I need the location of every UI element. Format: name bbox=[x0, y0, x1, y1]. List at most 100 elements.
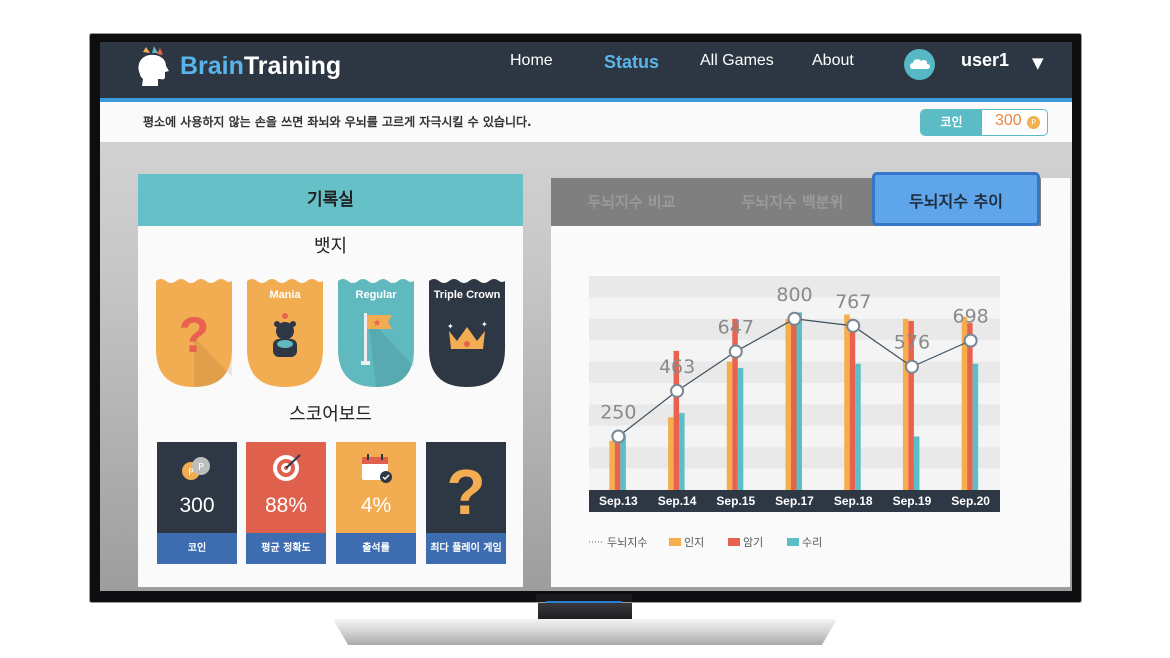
line-point bbox=[787, 311, 802, 326]
bar-1-Sep.13 bbox=[609, 440, 615, 490]
nav-status[interactable]: Status bbox=[604, 52, 659, 73]
bar-2-Sep.13 bbox=[614, 436, 621, 490]
score-value: 4% bbox=[360, 494, 392, 517]
score-tile: ? bbox=[426, 442, 506, 533]
bar-2-Sep.18 bbox=[849, 318, 856, 490]
brain-head-logo-icon bbox=[138, 46, 169, 86]
line-point bbox=[611, 429, 626, 444]
legend-label: 인지 bbox=[684, 536, 704, 549]
scoreboard-title: 스코어보드 bbox=[289, 404, 372, 425]
badge-label: Mania bbox=[269, 289, 301, 301]
x-tick-label: Sep.18 bbox=[834, 494, 873, 508]
line-point bbox=[963, 333, 978, 348]
records-title: 기록실 bbox=[138, 174, 523, 226]
svg-text:?: ? bbox=[446, 456, 485, 520]
score-value: 88% bbox=[264, 494, 308, 517]
bear-icon bbox=[273, 313, 297, 357]
coin-value: 300 bbox=[995, 112, 1022, 129]
tab-brain-index-compare[interactable]: 두뇌지수 비교 bbox=[551, 178, 712, 226]
svg-text:★: ★ bbox=[373, 318, 382, 329]
score-tile: P P 300 bbox=[157, 442, 237, 533]
x-tick-label: Sep.15 bbox=[716, 494, 755, 508]
brain-index-chart: Sep.13 Sep.14 Sep.15 Sep.17 Sep.18 Sep.19 Sep.… bbox=[551, 226, 1070, 587]
score-coins[interactable]: P P 300 코인 bbox=[157, 442, 237, 564]
x-tick-label: Sep.19 bbox=[893, 494, 932, 508]
nav-home[interactable]: Home bbox=[510, 52, 553, 70]
logo-training-text: Training bbox=[243, 52, 342, 80]
bar-1-Sep.17 bbox=[785, 318, 791, 490]
score-value: 300 bbox=[179, 494, 215, 517]
chart-svg: Sep.13 Sep.14 Sep.15 Sep.17 Sep.18 Sep.19 Sep.… bbox=[589, 276, 1000, 549]
top-navbar: BrainTraining Home Status All Games Abou… bbox=[100, 42, 1072, 102]
bar-3-Sep.17 bbox=[796, 312, 802, 490]
x-tick-label: Sep.13 bbox=[599, 494, 638, 508]
tab-brain-index-percentile[interactable]: 두뇌지수 백분위 bbox=[712, 178, 873, 226]
legend-swatch bbox=[669, 538, 681, 546]
nav-all-games[interactable]: All Games bbox=[700, 52, 774, 70]
line-point bbox=[728, 344, 743, 359]
svg-text:P: P bbox=[188, 468, 194, 478]
x-tick-label: Sep.20 bbox=[951, 494, 990, 508]
question-icon: ? bbox=[179, 307, 210, 357]
bar-1-Sep.18 bbox=[844, 314, 850, 490]
bar-3-Sep.14 bbox=[679, 412, 685, 490]
data-label: 647 bbox=[718, 317, 754, 339]
data-label: 463 bbox=[659, 356, 695, 378]
bar-2-Sep.15 bbox=[732, 318, 738, 490]
badge-regular[interactable]: Regular ★ bbox=[338, 277, 414, 387]
svg-text:✦: ✦ bbox=[447, 322, 454, 331]
score-accuracy[interactable]: 88% 평균 정확도 bbox=[246, 442, 326, 564]
line-point bbox=[670, 383, 685, 398]
app-screen: BrainTraining Home Status All Games Abou… bbox=[100, 42, 1072, 591]
logo-brain-text: Brain bbox=[180, 52, 244, 80]
nav-about[interactable]: About bbox=[812, 52, 854, 70]
badges-title: 뱃지 bbox=[313, 236, 348, 257]
legend-label: 수리 bbox=[802, 536, 822, 549]
username[interactable]: user1 bbox=[961, 50, 1009, 71]
tv-neck bbox=[538, 603, 632, 621]
bar-3-Sep.19 bbox=[913, 436, 920, 490]
tv-stand bbox=[333, 619, 837, 645]
bar-1-Sep.14 bbox=[668, 417, 674, 490]
score-tile: 88% bbox=[246, 442, 326, 533]
tab-brain-index-trend[interactable]: 두뇌지수 추이 bbox=[872, 172, 1040, 226]
calendar-icon bbox=[362, 454, 392, 483]
bar-3-Sep.15 bbox=[737, 368, 744, 490]
flag-icon: ★ bbox=[361, 313, 392, 365]
tip-message: 평소에 사용하지 않는 손을 쓰면 좌뇌와 우뇌를 고르게 자극시킬 수 있습니… bbox=[143, 115, 532, 129]
target-icon bbox=[273, 454, 301, 481]
legend-swatch bbox=[728, 538, 740, 546]
line-point bbox=[846, 318, 861, 333]
user-menu-dropdown-icon[interactable]: ▼ bbox=[1032, 54, 1044, 72]
legend-label: 암기 bbox=[743, 536, 763, 549]
bar-3-Sep.20 bbox=[972, 363, 979, 490]
score-label: 최다 플레이 게임 bbox=[426, 533, 506, 564]
score-attendance[interactable]: 4% 출석률 bbox=[336, 442, 416, 564]
coin-icon: P bbox=[1027, 116, 1040, 129]
data-label: 576 bbox=[894, 332, 930, 354]
badge-triple-crown[interactable]: Triple Crown ✦ ✦ bbox=[429, 277, 505, 387]
legend-swatch bbox=[787, 538, 799, 546]
bar-1-Sep.15 bbox=[726, 361, 733, 490]
coin-balance-pill: 코인 300 P bbox=[920, 109, 1048, 136]
badge-label: Triple Crown bbox=[433, 289, 501, 301]
bar-2-Sep.17 bbox=[791, 323, 797, 490]
score-top-game[interactable]: ? 최다 플레이 게임 bbox=[426, 442, 506, 564]
coins-icon: P P bbox=[182, 457, 210, 480]
svg-text:P: P bbox=[198, 462, 204, 473]
badge-mania[interactable]: Mania bbox=[247, 277, 323, 387]
score-label: 코인 bbox=[157, 533, 237, 564]
x-tick-label: Sep.14 bbox=[658, 494, 697, 508]
question-icon: ? bbox=[446, 456, 485, 520]
data-label: 800 bbox=[776, 284, 812, 306]
data-label: 250 bbox=[600, 402, 636, 424]
badge-unknown[interactable]: ? bbox=[156, 277, 232, 387]
score-tile: 4% bbox=[336, 442, 416, 533]
score-label: 출석률 bbox=[336, 533, 416, 564]
app-logo-text[interactable]: BrainTraining bbox=[180, 52, 341, 81]
crown-icon: ✦ ✦ bbox=[447, 320, 488, 349]
x-tick-label: Sep.17 bbox=[775, 494, 814, 508]
user-avatar[interactable] bbox=[904, 49, 935, 80]
data-label: 767 bbox=[835, 291, 871, 313]
info-bar: 평소에 사용하지 않는 손을 쓰면 좌뇌와 우뇌를 고르게 자극시킬 수 있습니… bbox=[100, 102, 1072, 142]
